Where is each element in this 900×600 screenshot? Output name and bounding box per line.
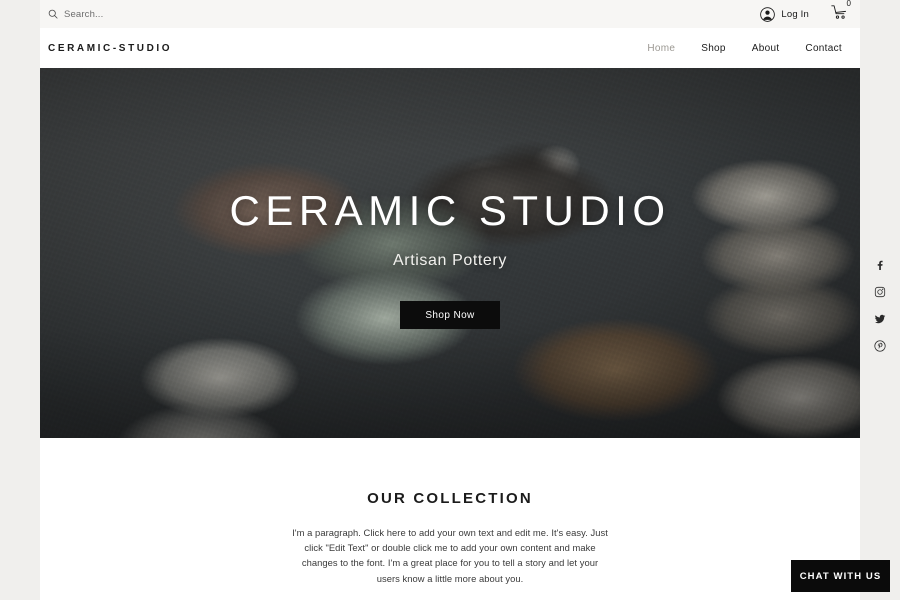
site-logo[interactable]: CERAMIC-STUDIO bbox=[48, 43, 172, 54]
main-navigation: CERAMIC-STUDIO Home Shop About Contact bbox=[40, 28, 860, 68]
facebook-icon[interactable] bbox=[873, 258, 887, 272]
log-in-button[interactable]: Log In bbox=[760, 6, 809, 22]
search-input[interactable]: Search... bbox=[48, 4, 103, 24]
collection-paragraph: I'm a paragraph. Click here to add your … bbox=[292, 527, 608, 584]
utility-bar-right: Log In 0 bbox=[760, 0, 851, 25]
nav-links: Home Shop About Contact bbox=[647, 43, 842, 54]
pinterest-icon[interactable] bbox=[873, 339, 887, 353]
nav-item-about[interactable]: About bbox=[752, 43, 780, 54]
shop-now-button[interactable]: Shop Now bbox=[400, 301, 500, 329]
hero-title: CERAMIC STUDIO bbox=[229, 187, 671, 234]
nav-item-contact[interactable]: Contact bbox=[805, 43, 842, 54]
page-root: Search... Log In 0 CERAMIC-STUDIO Home S… bbox=[0, 0, 900, 600]
instagram-icon[interactable] bbox=[873, 285, 887, 299]
shopping-cart-icon bbox=[831, 4, 848, 25]
chat-with-us-button[interactable]: CHAT WITH US bbox=[791, 560, 890, 592]
search-icon bbox=[48, 9, 58, 19]
collection-heading: OUR COLLECTION bbox=[367, 490, 533, 507]
twitter-icon[interactable] bbox=[873, 312, 887, 326]
hero-section: CERAMIC STUDIO Artisan Pottery Shop Now bbox=[40, 68, 860, 438]
cart-item-count: 0 bbox=[846, 0, 851, 8]
hero-subtitle: Artisan Pottery bbox=[393, 252, 507, 269]
utility-bar: Search... Log In 0 bbox=[40, 0, 860, 28]
collection-section: OUR COLLECTION I'm a paragraph. Click he… bbox=[40, 438, 860, 600]
nav-item-home[interactable]: Home bbox=[647, 43, 675, 54]
cart-button[interactable]: 0 bbox=[831, 0, 851, 25]
hero-content: CERAMIC STUDIO Artisan Pottery Shop Now bbox=[40, 68, 860, 438]
user-avatar-icon bbox=[760, 6, 776, 22]
social-links-rail bbox=[869, 258, 891, 353]
search-placeholder-text: Search... bbox=[64, 8, 104, 20]
log-in-label: Log In bbox=[781, 8, 809, 20]
nav-item-shop[interactable]: Shop bbox=[701, 43, 726, 54]
